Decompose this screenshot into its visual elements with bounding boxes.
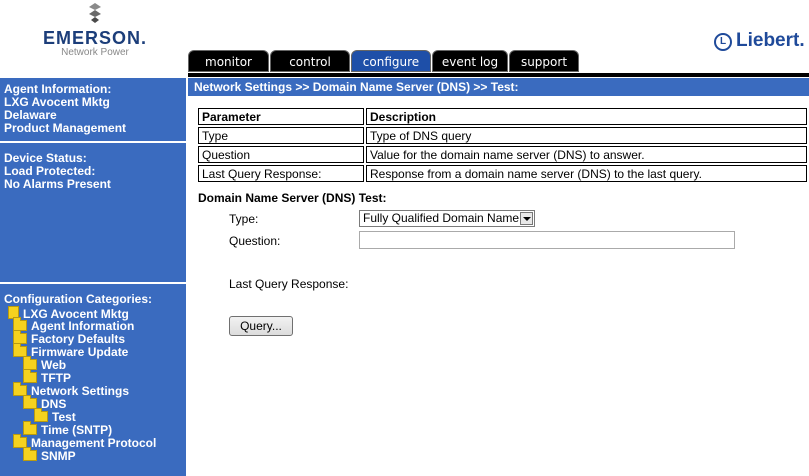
tree-item-time-sntp[interactable]: Time (SNTP) — [23, 421, 113, 437]
tab-event-log[interactable]: event log — [432, 50, 508, 72]
emerson-logo: EMERSON. Network Power — [30, 2, 160, 62]
table-cell: Question — [198, 146, 364, 163]
emerson-mark-icon — [89, 3, 101, 23]
tree-item-label: Test — [52, 410, 76, 424]
tab-configure[interactable]: configure — [351, 50, 431, 72]
table-header-row: Parameter Description — [198, 108, 807, 125]
type-select[interactable]: Fully Qualified Domain Name — [359, 210, 535, 227]
tree-item-label: Network Settings — [31, 384, 130, 398]
tab-divider — [188, 73, 809, 77]
table-row: Question Value for the domain name serve… — [198, 146, 807, 163]
table-cell: Type — [198, 127, 364, 144]
tree-item-snmp[interactable]: SNMP — [23, 447, 76, 463]
question-label: Question: — [229, 234, 281, 248]
tree-item-test[interactable]: Test — [34, 408, 76, 424]
liebert-brand-text: Liebert. — [736, 30, 805, 51]
device-status-load: Load Protected: — [4, 164, 96, 178]
last-query-response-label: Last Query Response: — [229, 277, 349, 291]
tree-item-label: Time (SNTP) — [41, 423, 113, 437]
chevron-down-icon[interactable] — [520, 212, 533, 225]
tree-item-agent-information[interactable]: Agent Information — [13, 317, 135, 333]
query-button[interactable]: Query... — [229, 316, 293, 336]
agent-info-location: Delaware — [4, 108, 57, 122]
question-input[interactable] — [359, 231, 735, 249]
table-row: Last Query Response: Response from a dom… — [198, 165, 807, 182]
sidebar-divider — [0, 141, 186, 143]
tab-control[interactable]: control — [270, 50, 350, 72]
column-header-description: Description — [366, 108, 807, 125]
tree-item-label: Firmware Update — [31, 345, 129, 359]
dns-test-title: Domain Name Server (DNS) Test: — [198, 191, 387, 205]
breadcrumb: Network Settings >> Domain Name Server (… — [188, 78, 809, 96]
folder-icon — [34, 408, 48, 422]
table-row: Type Type of DNS query — [198, 127, 807, 144]
parameter-table: Parameter Description Type Type of DNS q… — [196, 106, 809, 184]
tree-item-label: Management Protocol — [31, 436, 157, 450]
type-select-value: Fully Qualified Domain Name — [363, 211, 520, 225]
tree-item-label: SNMP — [41, 449, 76, 463]
liebert-mark-icon: L — [714, 33, 732, 51]
table-cell: Value for the domain name server (DNS) t… — [366, 146, 807, 163]
column-header-parameter: Parameter — [198, 108, 364, 125]
tree-item-factory-defaults[interactable]: Factory Defaults — [13, 330, 126, 346]
folder-icon — [23, 369, 37, 383]
device-status-title: Device Status: — [4, 151, 87, 165]
config-categories-title: Configuration Categories: — [4, 292, 153, 306]
table-cell: Last Query Response: — [198, 165, 364, 182]
device-status-alarms: No Alarms Present — [4, 177, 111, 191]
sidebar: Agent Information: LXG Avocent Mktg Dela… — [0, 78, 186, 476]
table-cell: Type of DNS query — [366, 127, 807, 144]
agent-info-title: Agent Information: — [4, 82, 112, 96]
folder-icon — [23, 447, 37, 461]
tab-support[interactable]: support — [509, 50, 579, 72]
agent-info-contact: Product Management — [4, 121, 127, 135]
tree-item-label: Factory Defaults — [31, 332, 126, 346]
tree-item-label: TFTP — [41, 371, 71, 385]
emerson-brand-text: EMERSON. — [42, 28, 147, 48]
sidebar-divider — [0, 282, 186, 284]
emerson-sub-text: Network Power — [61, 47, 129, 58]
folder-icon — [23, 421, 37, 435]
tree-item-label: Agent Information — [31, 319, 135, 333]
type-label: Type: — [229, 212, 259, 226]
tree-item-label: Web — [41, 358, 67, 372]
tree-item-label: DNS — [41, 397, 67, 411]
main-content: Network Settings >> Domain Name Server (… — [188, 78, 809, 476]
tab-monitor[interactable]: monitor — [188, 50, 269, 72]
liebert-logo: L Liebert. — [714, 30, 805, 52]
tree-item-management-protocol[interactable]: Management Protocol — [13, 434, 157, 450]
tree-item-dns[interactable]: DNS — [23, 395, 67, 411]
table-cell: Response from a domain name server (DNS)… — [366, 165, 807, 182]
agent-info-name: LXG Avocent Mktg — [4, 95, 110, 109]
tree-item-tftp[interactable]: TFTP — [23, 369, 71, 385]
